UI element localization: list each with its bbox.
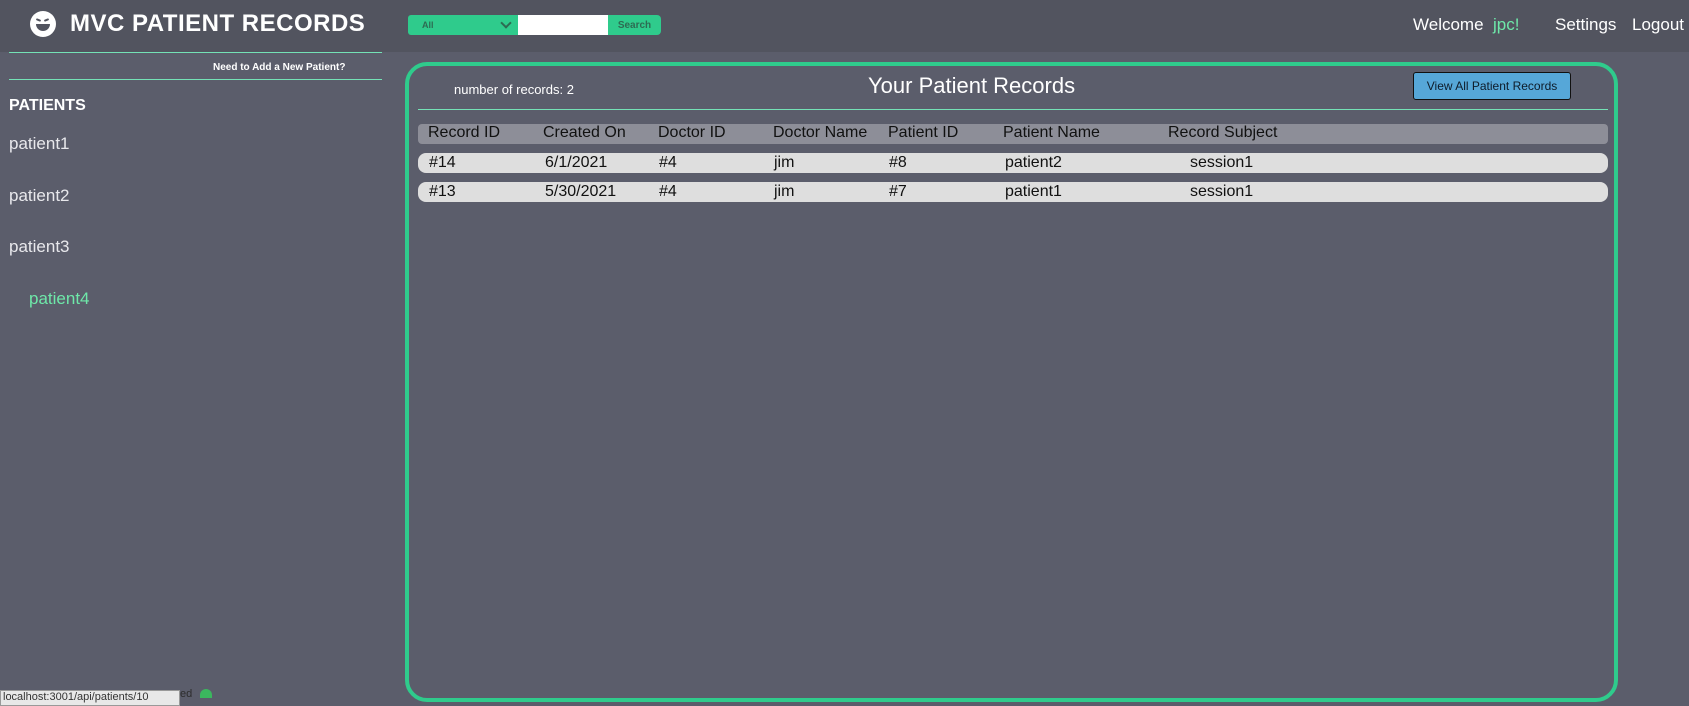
table-row[interactable]: #14 6/1/2021 #4 jim #8 patient2 session1	[418, 153, 1608, 173]
page-title: Your Patient Records	[868, 73, 1076, 98]
divider	[418, 109, 1608, 110]
cell-doctor-id: #4	[659, 154, 677, 171]
cell-doctor-name: jim	[774, 183, 795, 200]
search-input[interactable]	[518, 15, 608, 35]
settings-link[interactable]: Settings	[1555, 15, 1616, 35]
search-category-select[interactable]: All	[408, 15, 518, 35]
sidebar-item-patient3[interactable]: patient3	[9, 237, 70, 257]
column-header-patient-id[interactable]: Patient ID	[888, 124, 958, 142]
status-bar-url: localhost:3001/api/patients/10	[0, 690, 180, 706]
column-header-record-id[interactable]: Record ID	[428, 124, 500, 142]
sidebar-item-patient2[interactable]: patient2	[9, 186, 70, 206]
footer-text: ed	[180, 688, 193, 700]
cell-patient-name: patient1	[1005, 183, 1062, 200]
welcome-text: Welcome jpc!	[1413, 15, 1519, 35]
search-bar: All Search	[408, 15, 661, 35]
sidebar-item-patient4[interactable]: patient4	[29, 289, 90, 309]
username: jpc!	[1493, 15, 1520, 34]
cell-doctor-id: #4	[659, 183, 677, 200]
sidebar-item-patient1[interactable]: patient1	[9, 134, 70, 154]
record-count: number of records: 2	[454, 82, 574, 97]
cell-record-subject: session1	[1190, 183, 1254, 200]
app-title: MVC PATIENT RECORDS	[70, 10, 366, 37]
divider	[9, 79, 382, 80]
table-row[interactable]: #13 5/30/2021 #4 jim #7 patient1 session…	[418, 182, 1608, 202]
laughing-face-icon	[30, 11, 56, 37]
divider	[9, 52, 382, 53]
column-header-doctor-name[interactable]: Doctor Name	[773, 124, 867, 142]
sidebar: Need to Add a New Patient? PATIENTS pati…	[0, 52, 395, 697]
cell-patient-name: patient2	[1005, 154, 1062, 171]
table-header: Record ID Created On Doctor ID Doctor Na…	[418, 124, 1608, 144]
brand[interactable]: MVC PATIENT RECORDS	[30, 10, 365, 38]
logout-link[interactable]: Logout	[1632, 15, 1684, 35]
cell-patient-id: #7	[889, 183, 907, 200]
column-header-created-on[interactable]: Created On	[543, 124, 626, 142]
cell-patient-id: #8	[889, 154, 907, 171]
search-button[interactable]: Search	[608, 15, 661, 35]
column-header-patient-name[interactable]: Patient Name	[1003, 124, 1100, 142]
search-category-value: All	[422, 20, 434, 30]
cell-created-on: 6/1/2021	[545, 154, 608, 171]
patients-heading: PATIENTS	[9, 97, 86, 114]
cell-record-subject: session1	[1190, 154, 1254, 171]
cell-created-on: 5/30/2021	[545, 183, 617, 200]
column-header-doctor-id[interactable]: Doctor ID	[658, 124, 726, 142]
welcome-label: Welcome	[1413, 15, 1484, 34]
chevron-down-icon	[500, 17, 512, 29]
cell-record-id: #13	[429, 183, 456, 200]
top-header: MVC PATIENT RECORDS All Search Welcome j…	[0, 0, 1689, 52]
column-header-record-subject[interactable]: Record Subject	[1168, 124, 1277, 142]
add-patient-link[interactable]: Need to Add a New Patient?	[213, 62, 345, 73]
view-all-records-button[interactable]: View All Patient Records	[1413, 72, 1571, 100]
cell-record-id: #14	[429, 154, 456, 171]
cell-doctor-name: jim	[774, 154, 795, 171]
